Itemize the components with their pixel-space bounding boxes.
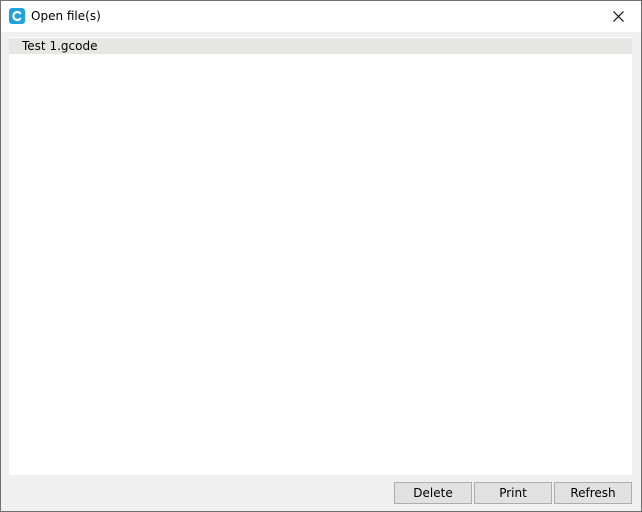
refresh-button[interactable]: Refresh	[554, 482, 632, 504]
app-icon	[9, 8, 25, 24]
dialog-title: Open file(s)	[31, 9, 101, 23]
close-icon	[613, 11, 624, 22]
open-files-dialog: Open file(s) Test 1.gcode Delete Print R…	[0, 0, 642, 512]
close-button[interactable]	[595, 1, 641, 32]
file-name: Test 1.gcode	[22, 39, 98, 53]
file-list[interactable]: Test 1.gcode	[9, 37, 632, 475]
title-bar[interactable]: Open file(s)	[1, 1, 641, 32]
file-list-item[interactable]: Test 1.gcode	[9, 38, 632, 54]
print-button[interactable]: Print	[474, 482, 552, 504]
delete-button[interactable]: Delete	[394, 482, 472, 504]
